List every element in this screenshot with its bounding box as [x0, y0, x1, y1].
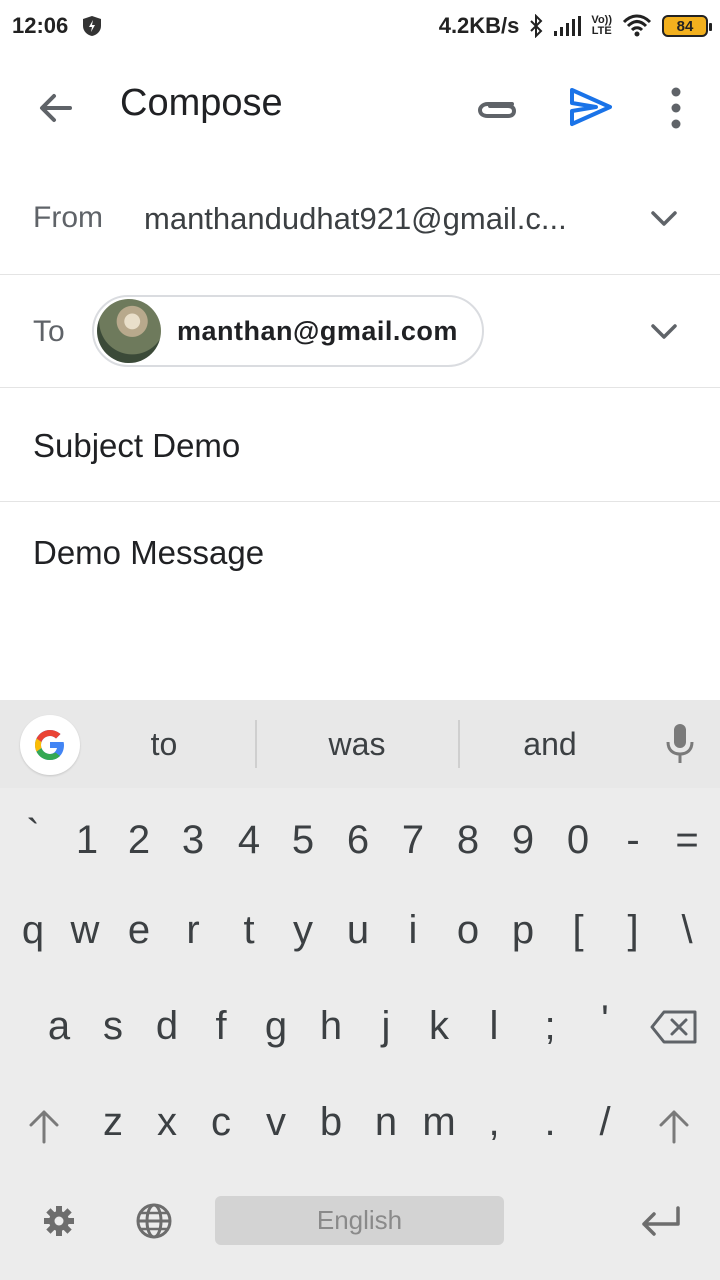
key-c[interactable]: c [196, 1100, 246, 1145]
suggestion-3[interactable]: and [495, 726, 605, 763]
key-8[interactable]: 8 [443, 818, 493, 863]
google-g-icon [35, 730, 64, 760]
subject-input[interactable]: Subject Demo [33, 427, 240, 465]
wifi-icon [622, 14, 652, 37]
enter-icon[interactable] [638, 1204, 682, 1238]
key-4[interactable]: 4 [224, 818, 274, 863]
more-vert-icon[interactable] [662, 84, 690, 132]
key-v[interactable]: v [251, 1100, 301, 1145]
key-o[interactable]: o [443, 908, 493, 953]
key-n[interactable]: n [361, 1100, 411, 1145]
key-backslash[interactable]: \ [662, 908, 712, 953]
key-l[interactable]: l [469, 1004, 519, 1049]
key-q[interactable]: q [8, 908, 58, 953]
key-s[interactable]: s [88, 1004, 138, 1049]
shift-icon[interactable] [26, 1108, 62, 1144]
recipient-chip[interactable]: manthan@gmail.com [92, 295, 484, 367]
backspace-icon[interactable] [650, 1010, 698, 1044]
from-label: From [33, 201, 103, 234]
from-field[interactable]: From manthandudhat921@gmail.c... [0, 164, 720, 275]
key-0[interactable]: 0 [553, 818, 603, 863]
back-arrow-icon[interactable] [32, 84, 80, 132]
from-account[interactable]: manthandudhat921@gmail.c... [144, 201, 567, 237]
send-icon[interactable] [566, 82, 616, 132]
message-body[interactable]: Demo Message [33, 534, 264, 572]
to-label: To [33, 315, 65, 348]
volte-indicator: Vo)) LTE [591, 15, 612, 37]
key-p[interactable]: p [498, 908, 548, 953]
key-equals[interactable]: = [662, 818, 712, 863]
signal-icon [554, 16, 582, 36]
suggestion-bar: to was and [0, 700, 720, 788]
chevron-down-icon[interactable] [648, 315, 680, 347]
key-2[interactable]: 2 [114, 818, 164, 863]
key-b[interactable]: b [306, 1100, 356, 1145]
key-6[interactable]: 6 [333, 818, 383, 863]
key-m[interactable]: m [414, 1100, 464, 1145]
key-x[interactable]: x [142, 1100, 192, 1145]
key-9[interactable]: 9 [498, 818, 548, 863]
shift-icon[interactable] [656, 1108, 692, 1144]
recipient-email: manthan@gmail.com [177, 315, 458, 346]
key-slash[interactable]: / [580, 1100, 630, 1145]
key-d[interactable]: d [142, 1004, 192, 1049]
microphone-icon[interactable] [664, 722, 696, 766]
key-a[interactable]: a [34, 1004, 84, 1049]
key-g[interactable]: g [251, 1004, 301, 1049]
key-comma[interactable]: , [469, 1100, 519, 1145]
chevron-down-icon[interactable] [648, 202, 680, 234]
key-y[interactable]: y [278, 908, 328, 953]
battery-indicator: 84 [662, 15, 712, 37]
key-t[interactable]: t [224, 908, 274, 953]
subject-field[interactable]: Subject Demo [0, 388, 720, 502]
key-e[interactable]: e [114, 908, 164, 953]
key-minus[interactable]: - [608, 818, 658, 863]
gear-icon[interactable] [42, 1204, 76, 1238]
key-h[interactable]: h [306, 1004, 356, 1049]
key-u[interactable]: u [333, 908, 383, 953]
to-field[interactable]: To manthan@gmail.com [0, 275, 720, 388]
paperclip-icon[interactable] [472, 86, 520, 130]
suggestion-1[interactable]: to [114, 726, 214, 763]
suggestion-divider [458, 720, 460, 768]
key-k[interactable]: k [414, 1004, 464, 1049]
status-time: 12:06 [12, 13, 69, 38]
globe-icon[interactable] [135, 1202, 173, 1240]
key-semicolon[interactable]: ; [525, 1004, 575, 1049]
key-backtick[interactable]: ` [8, 812, 58, 857]
bluetooth-icon [530, 14, 543, 38]
key-apostrophe[interactable]: ' [580, 998, 630, 1043]
avatar [97, 299, 161, 363]
status-bar: 12:06 4.2KB/s Vo)) LTE 84 [0, 0, 720, 52]
app-bar: Compose [0, 52, 720, 164]
key-3[interactable]: 3 [168, 818, 218, 863]
network-speed: 4.2KB/s [438, 13, 520, 38]
google-button[interactable] [20, 715, 80, 775]
suggestion-2[interactable]: was [297, 726, 417, 763]
keyboard: to was and ` 1 2 3 4 5 6 7 8 9 0 - = q w… [0, 700, 720, 1280]
key-z[interactable]: z [88, 1100, 138, 1145]
key-5[interactable]: 5 [278, 818, 328, 863]
space-bar[interactable]: English [215, 1196, 504, 1245]
key-right-bracket[interactable]: ] [608, 908, 658, 953]
key-f[interactable]: f [196, 1004, 246, 1049]
key-7[interactable]: 7 [388, 818, 438, 863]
key-period[interactable]: . [525, 1100, 575, 1145]
key-i[interactable]: i [388, 908, 438, 953]
key-r[interactable]: r [168, 908, 218, 953]
page-title: Compose [120, 82, 283, 124]
shield-icon [83, 16, 102, 36]
key-w[interactable]: w [60, 908, 110, 953]
key-left-bracket[interactable]: [ [553, 908, 603, 953]
key-1[interactable]: 1 [62, 818, 112, 863]
volte-bottom: LTE [591, 25, 612, 37]
key-j[interactable]: j [361, 1004, 411, 1049]
suggestion-divider [255, 720, 257, 768]
